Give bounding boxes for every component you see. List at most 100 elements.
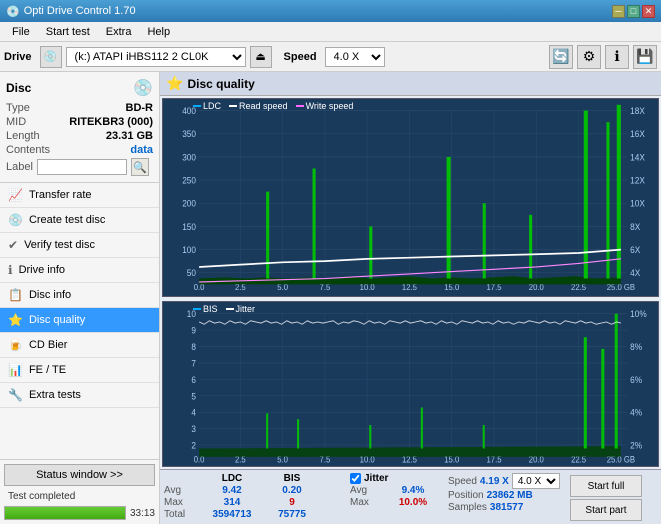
disc-label-btn[interactable]: 🔍 (131, 158, 149, 176)
main-layout: Disc 💿 Type BD-R MID RITEKBR3 (000) Leng… (0, 72, 661, 524)
right-panel: ⭐ Disc quality LDC Read speed (160, 72, 661, 524)
start-part-button[interactable]: Start part (570, 499, 642, 521)
samples-label: Samples (448, 502, 487, 513)
nav-disc-info[interactable]: 📋 Disc info (0, 283, 159, 308)
position-label: Position (448, 490, 484, 501)
speed-avg-value: 4.19 X (480, 476, 509, 487)
disc-section: Disc 💿 Type BD-R MID RITEKBR3 (000) Leng… (0, 72, 159, 183)
maximize-button[interactable]: □ (627, 5, 640, 18)
svg-text:6: 6 (191, 374, 196, 385)
legend-jitter: Jitter (226, 304, 256, 314)
svg-text:4X: 4X (630, 268, 640, 279)
nav-transfer-rate[interactable]: 📈 Transfer rate (0, 183, 159, 208)
disc-length-value: 23.31 GB (106, 130, 153, 142)
legend-bis: BIS (193, 304, 218, 314)
svg-text:18X: 18X (630, 106, 645, 117)
ldc-max-value: 314 (202, 497, 262, 508)
total-row: Total 3594713 75775 (164, 509, 344, 520)
progress-bar (4, 506, 126, 520)
disc-icon: 💿 (133, 78, 153, 98)
menu-file[interactable]: File (4, 24, 38, 40)
jitter-avg-row: Avg 9.4% (350, 485, 444, 496)
bis-total-value: 75775 (262, 509, 322, 520)
ldc-total-value: 3594713 (202, 509, 262, 520)
nav-create-test-disc[interactable]: 💿 Create test disc (0, 208, 159, 233)
nav-fe-te[interactable]: 📊 FE / TE (0, 358, 159, 383)
status-time: 33:13 (130, 508, 155, 519)
disc-length-row: Length 23.31 GB (6, 130, 153, 142)
status-bar-bottom: Test completed (4, 489, 155, 504)
jitter-checkbox[interactable] (350, 473, 361, 484)
svg-text:250: 250 (182, 175, 196, 186)
refresh-button[interactable]: 🔄 (549, 45, 573, 69)
svg-text:12X: 12X (630, 175, 645, 186)
svg-text:6%: 6% (630, 374, 642, 385)
progress-fill (5, 507, 125, 519)
svg-text:6X: 6X (630, 245, 640, 256)
nav-fe-te-label: FE / TE (29, 364, 66, 376)
legend-readspeed: Read speed (229, 101, 288, 111)
speed-stats: Speed 4.19 X 4.0 X Position 23862 MB Sam… (444, 473, 564, 513)
svg-text:3: 3 (191, 424, 196, 435)
nav-verify-test-disc-label: Verify test disc (24, 239, 95, 251)
disc-title: Disc (6, 81, 31, 95)
nav-cd-bier-label: CD Bier (29, 339, 68, 351)
nav-verify-test-disc[interactable]: ✔ Verify test disc (0, 233, 159, 258)
menu-start-test[interactable]: Start test (38, 24, 98, 40)
svg-text:5: 5 (191, 391, 196, 402)
close-button[interactable]: ✕ (642, 5, 655, 18)
svg-text:16X: 16X (630, 129, 645, 140)
disc-type-value: BD-R (126, 102, 154, 114)
ldc-header: LDC (202, 473, 262, 484)
status-text: Test completed (4, 489, 79, 504)
svg-text:150: 150 (182, 221, 196, 232)
disc-header: Disc 💿 (6, 78, 153, 98)
nav-drive-info[interactable]: ℹ Drive info (0, 258, 159, 283)
jitter-stats: Jitter Avg 9.4% Max 10.0% (344, 473, 444, 508)
svg-text:100: 100 (182, 245, 196, 256)
disc-mid-label: MID (6, 116, 26, 128)
titlebar: 💿 Opti Drive Control 1.70 ─ □ ✕ (0, 0, 661, 22)
nav-disc-quality[interactable]: ⭐ Disc quality (0, 308, 159, 333)
nav-disc-quality-label: Disc quality (29, 314, 85, 326)
drive-dropdown[interactable]: (k:) ATAPI iHBS112 2 CL0K (66, 47, 246, 67)
svg-text:2%: 2% (630, 440, 642, 451)
chart2-legend: BIS Jitter (193, 304, 255, 314)
nav-extra-tests-label: Extra tests (29, 389, 81, 401)
status-window-button[interactable]: Status window >> (4, 464, 155, 486)
svg-text:8: 8 (191, 341, 196, 352)
jitter-max-label: Max (350, 497, 388, 508)
legend-ldc: LDC (193, 101, 221, 111)
start-full-button[interactable]: Start full (570, 475, 642, 497)
stats-panel: LDC BIS Avg 9.42 0.20 Max 314 9 Total 35… (160, 469, 661, 524)
nav-cd-bier[interactable]: 🍺 CD Bier (0, 333, 159, 358)
minimize-button[interactable]: ─ (612, 5, 625, 18)
settings-button[interactable]: ⚙ (577, 45, 601, 69)
transfer-rate-icon: 📈 (8, 188, 23, 202)
info-button[interactable]: ℹ (605, 45, 629, 69)
drive-icon-btn[interactable]: 💿 (40, 46, 62, 68)
avg-row: Avg 9.42 0.20 (164, 485, 344, 496)
speed-dropdown[interactable]: 4.0 X (325, 47, 385, 67)
save-button[interactable]: 💾 (633, 45, 657, 69)
drive-label: Drive (4, 51, 32, 63)
disc-label-input[interactable] (37, 159, 127, 175)
menu-help[interactable]: Help (139, 24, 178, 40)
eject-button[interactable]: ⏏ (250, 46, 272, 68)
ldc-bis-stats: LDC BIS Avg 9.42 0.20 Max 314 9 Total 35… (164, 473, 344, 520)
legend-jitter-label: Jitter (236, 304, 256, 314)
verify-test-disc-icon: ✔ (8, 238, 18, 252)
max-row: Max 314 9 (164, 497, 344, 508)
menu-extra[interactable]: Extra (98, 24, 140, 40)
speed-label: Speed (284, 51, 317, 63)
position-row: Position 23862 MB (448, 490, 564, 501)
ldc-bis-headers: LDC BIS (164, 473, 344, 484)
nav-extra-tests[interactable]: 🔧 Extra tests (0, 383, 159, 408)
total-label: Total (164, 509, 202, 520)
panel-icon: ⭐ (166, 75, 183, 92)
app-icon: 💿 (6, 5, 20, 18)
menubar: File Start test Extra Help (0, 22, 661, 42)
max-label: Max (164, 497, 202, 508)
speed-select[interactable]: 4.0 X (512, 473, 560, 489)
disc-label-label: Label (6, 161, 33, 173)
